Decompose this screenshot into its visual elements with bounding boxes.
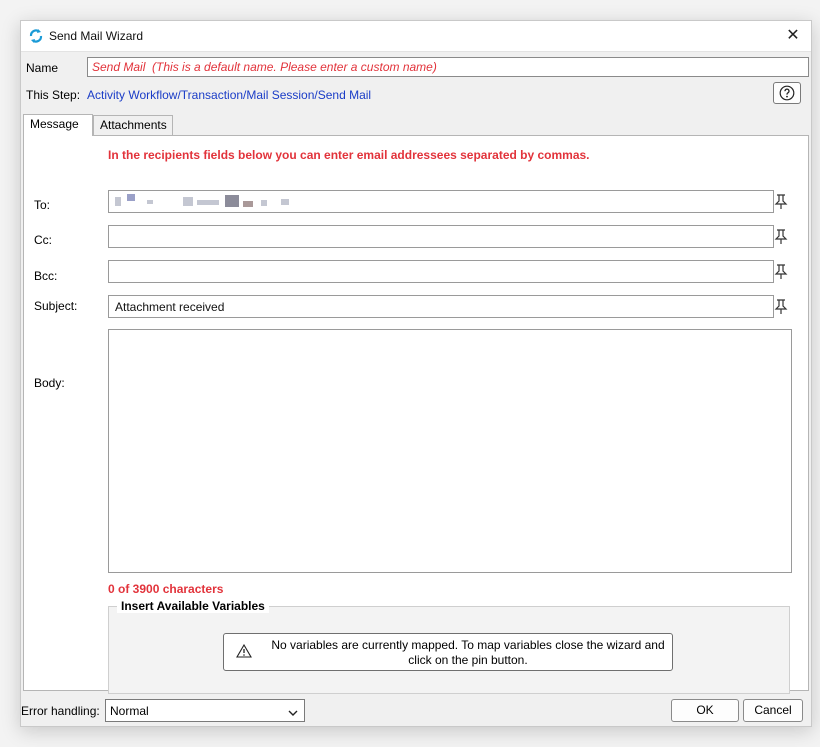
body-textarea[interactable]: [108, 329, 792, 573]
tab-attachments[interactable]: Attachments: [93, 115, 173, 135]
redacted-text: [115, 197, 121, 206]
to-label: To:: [34, 198, 51, 212]
window-title: Send Mail Wizard: [49, 29, 144, 43]
step-path: Activity Workflow/Transaction/Mail Sessi…: [87, 88, 372, 102]
app-icon: [28, 28, 44, 44]
redacted-text: [225, 195, 239, 207]
message-panel: In the recipients fields below you can e…: [23, 135, 809, 694]
ok-button[interactable]: OK: [671, 699, 739, 722]
error-handling-label: Error handling:: [21, 704, 100, 718]
send-mail-wizard-window: Send Mail Wizard ✕ Name This Step: Activ…: [20, 20, 812, 727]
redacted-text: [261, 200, 267, 206]
footer: Error handling: Normal OK Cancel: [21, 697, 811, 723]
redacted-text: [147, 200, 153, 204]
step-label: This Step:: [26, 88, 81, 102]
chevron-down-icon: [288, 706, 298, 720]
pin-icon[interactable]: [774, 229, 788, 245]
cc-input[interactable]: [108, 225, 774, 248]
error-handling-value: Normal: [110, 704, 149, 718]
variables-legend: Insert Available Variables: [117, 599, 269, 613]
title-bar: Send Mail Wizard ✕: [21, 21, 811, 52]
recipients-info: In the recipients fields below you can e…: [108, 148, 590, 162]
redacted-text: [127, 194, 135, 201]
redacted-text: [197, 200, 219, 205]
redacted-text: [281, 199, 289, 205]
body-label: Body:: [34, 376, 65, 390]
variables-group: Insert Available Variables No variables …: [108, 599, 790, 694]
name-row: Name: [21, 57, 811, 79]
cancel-button[interactable]: Cancel: [743, 699, 803, 722]
redacted-text: [183, 197, 193, 206]
variables-message-box: No variables are currently mapped. To ma…: [223, 633, 673, 671]
pin-icon[interactable]: [774, 299, 788, 315]
subject-label: Subject:: [34, 299, 78, 313]
variables-message: No variables are currently mapped. To ma…: [271, 638, 665, 667]
cc-label: Cc:: [34, 233, 52, 247]
warning-icon: [236, 643, 252, 661]
bcc-label: Bcc:: [34, 269, 58, 283]
pin-icon[interactable]: [774, 264, 788, 280]
help-button[interactable]: [773, 82, 801, 104]
error-handling-select[interactable]: Normal: [105, 699, 305, 722]
subject-input[interactable]: [108, 295, 774, 318]
char-count: 0 of 3900 characters: [108, 582, 224, 596]
help-icon: [779, 85, 795, 101]
name-input[interactable]: [87, 57, 809, 77]
name-label: Name: [26, 61, 59, 75]
tab-message[interactable]: Message: [23, 114, 93, 136]
step-row: This Step: Activity Workflow/Transaction…: [21, 81, 811, 105]
bcc-input[interactable]: [108, 260, 774, 283]
pin-icon[interactable]: [774, 194, 788, 210]
to-input[interactable]: [108, 190, 774, 213]
redacted-text: [243, 201, 253, 207]
close-icon[interactable]: ✕: [783, 26, 803, 46]
